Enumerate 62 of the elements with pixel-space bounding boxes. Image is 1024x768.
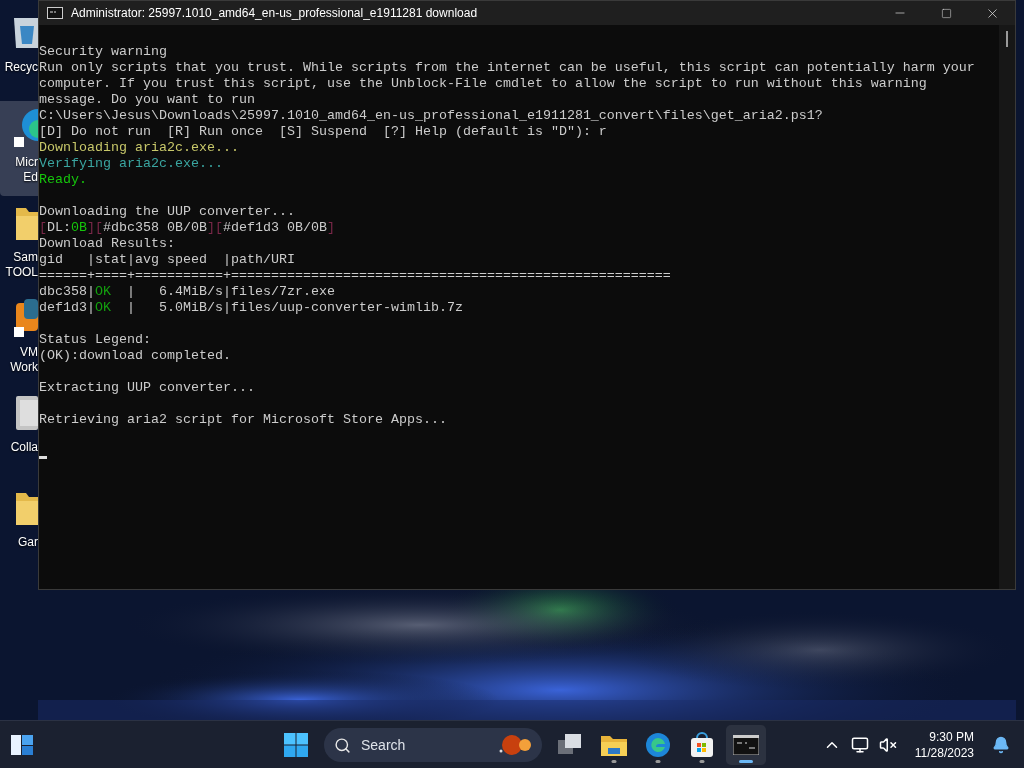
console-text: def1d3| — [39, 300, 95, 315]
console-text: Ready. — [39, 172, 87, 187]
console-text: [D] Do not run [R] Run once [S] Suspend [?] Help (default is "D"): r — [39, 124, 607, 139]
console-text: [ — [39, 220, 47, 235]
console-text: Security warning — [39, 44, 167, 59]
volume-muted-icon[interactable] — [878, 736, 897, 754]
desktop-icon-label: VM — [20, 345, 38, 360]
console-text: ======+====+===========+======================================================= — [39, 268, 671, 283]
console-text: #dbc358 0B/0B — [103, 220, 207, 235]
desktop-icon-label: Micr — [15, 155, 38, 170]
search-highlight-icon — [498, 733, 532, 757]
console-text: 0B — [71, 220, 87, 235]
network-icon[interactable] — [850, 736, 869, 754]
windows-logo-icon — [284, 733, 308, 757]
console-icon — [47, 7, 63, 19]
console-text: Verifying aria2c.exe... — [39, 156, 223, 171]
console-text: ][ — [87, 220, 103, 235]
console-text: C:\Users\Jesus\Downloads\25997.1010_amd64_en-us_professional_e1911281_convert\files\get_aria2.ps1? — [39, 108, 823, 123]
console-text: Retrieving aria2 script for Microsoft Store Apps... — [39, 412, 447, 427]
search-placeholder: Search — [361, 737, 407, 753]
terminal-icon — [733, 735, 759, 755]
scrollbar[interactable] — [999, 25, 1015, 589]
console-text: computer. If you trust this script, use the Unblock-File cmdlet to allow the script to run without this warning — [39, 76, 927, 91]
widgets-icon[interactable] — [10, 733, 34, 757]
console-text: | 6.4MiB/s|files/7zr.exe — [126, 284, 335, 299]
console-text: ][ — [207, 220, 223, 235]
console-text: OK — [95, 300, 111, 315]
console-text: DL: — [47, 220, 71, 235]
desktop-icon-label: Ed — [23, 170, 38, 185]
store-icon — [690, 732, 714, 758]
console-text: Downloading the UUP converter... — [39, 204, 295, 219]
console-text: | 5.0MiB/s|files/uup-converter-wimlib.7z — [126, 300, 463, 315]
console-text: #def1d3 0B/0B — [223, 220, 327, 235]
console-text: ] — [326, 220, 335, 235]
browser-icon — [645, 732, 671, 758]
desktop-icon-label: Colla — [10, 440, 38, 455]
desktop-icon-label: TOOL — [5, 265, 38, 280]
desktop-icon-label: Gar — [18, 535, 38, 550]
console-text: gid |stat|avg speed |path/URI — [39, 252, 295, 267]
console-text: Download Results: — [39, 236, 175, 251]
folder-icon — [601, 734, 627, 756]
window-title: Administrator: 25997.1010_amd64_en-us_professional_e1911281 download — [71, 6, 479, 20]
console-text: message. Do you want to run — [39, 92, 255, 107]
task-view-icon — [558, 734, 582, 756]
desktop-icon-label: Recyc — [4, 60, 38, 75]
console-text: (OK):download completed. — [39, 348, 231, 363]
console-text: Status Legend: — [39, 332, 151, 347]
search-field[interactable]: Search — [324, 728, 542, 762]
notification-bell-icon[interactable] — [992, 736, 1010, 754]
desktop-icon-label: Sam — [13, 250, 38, 265]
taskbar-app-button[interactable] — [726, 725, 766, 765]
clock-time: 9:30 PM — [929, 729, 974, 745]
clock-date: 11/28/2023 — [914, 745, 974, 761]
console-text: Extracting UUP converter... — [39, 380, 255, 395]
desktop-icon-label: Work — [10, 360, 38, 375]
console-text: OK — [95, 284, 111, 299]
console-text: Run only scripts that you trust. While scripts from the internet can be useful, this script can potentially harm your — [39, 60, 975, 75]
console-text: dbc358| — [39, 284, 95, 299]
text-cursor — [39, 456, 47, 459]
console-text: Downloading aria2c.exe... — [39, 140, 239, 155]
maximize-icon — [940, 7, 952, 19]
search-icon — [334, 736, 351, 754]
